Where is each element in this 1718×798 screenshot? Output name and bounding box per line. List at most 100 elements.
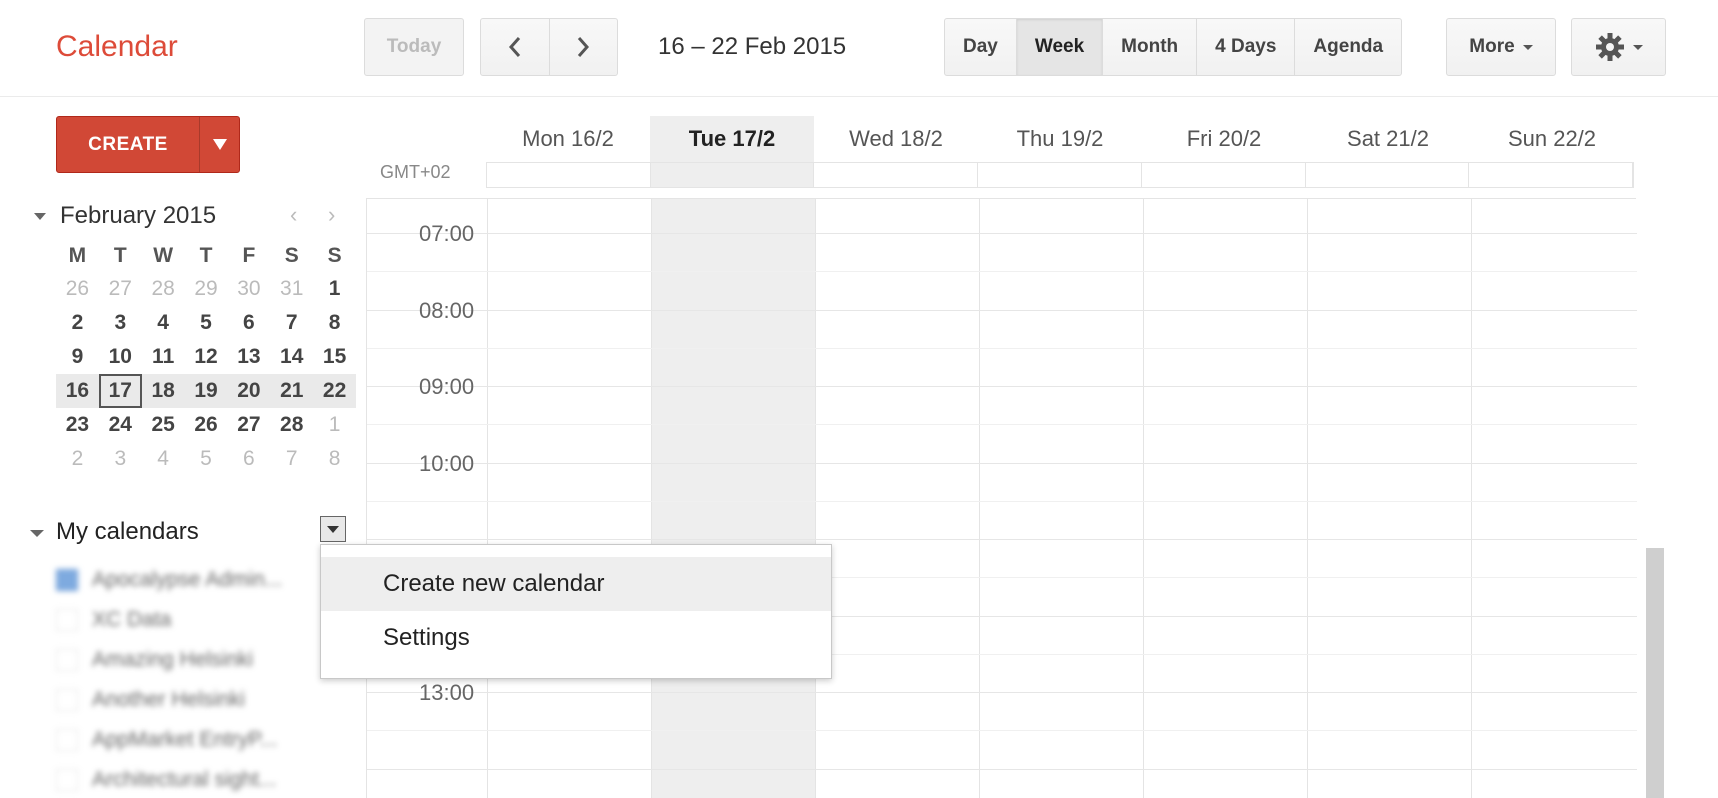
time-grid[interactable]: 07:00 08:00 09:00 10:00 13:00: [366, 198, 1637, 798]
mini-calendar-day[interactable]: 11: [142, 342, 185, 372]
mini-calendar-day[interactable]: 5: [185, 308, 228, 338]
mini-calendar-day[interactable]: 8: [313, 444, 356, 474]
scrollbar-thumb[interactable]: [1646, 548, 1664, 798]
all-day-cell[interactable]: [650, 163, 815, 187]
mini-calendar-day[interactable]: 3: [99, 308, 142, 338]
mini-calendar-day[interactable]: 16: [56, 376, 99, 406]
collapse-triangle-icon[interactable]: [30, 530, 44, 537]
mini-calendar-day[interactable]: 31: [270, 274, 313, 304]
mini-calendar-day[interactable]: 7: [270, 444, 313, 474]
my-calendars-label[interactable]: My calendars: [56, 518, 199, 546]
mini-calendar-day[interactable]: 26: [185, 410, 228, 440]
menu-item-create-new-calendar[interactable]: Create new calendar: [321, 557, 831, 611]
all-day-cell[interactable]: [1306, 163, 1470, 187]
mini-calendar-day[interactable]: 21: [270, 376, 313, 406]
calendar-checkbox[interactable]: [56, 649, 78, 671]
day-column[interactable]: [979, 199, 1143, 798]
day-header[interactable]: Wed 18/2: [814, 116, 978, 162]
app-title[interactable]: Calendar: [56, 30, 178, 64]
calendar-list-item[interactable]: AppMarket EntryP...: [56, 720, 336, 760]
calendar-list-item[interactable]: Apocalypse Admin...: [56, 560, 336, 600]
day-header[interactable]: Fri 20/2: [1142, 116, 1306, 162]
mini-calendar-day[interactable]: 9: [56, 342, 99, 372]
all-day-row[interactable]: [486, 162, 1634, 188]
mini-calendar-day[interactable]: 2: [56, 308, 99, 338]
calendar-list-item[interactable]: XC Data: [56, 600, 336, 640]
view-agenda-button[interactable]: Agenda: [1294, 19, 1401, 75]
mini-calendar-day[interactable]: 22: [313, 376, 356, 406]
all-day-cell[interactable]: [1142, 163, 1306, 187]
collapse-triangle-icon[interactable]: [34, 213, 46, 220]
mini-calendar-day[interactable]: 27: [227, 410, 270, 440]
mini-calendar-day[interactable]: 23: [56, 410, 99, 440]
day-header[interactable]: Thu 19/2: [978, 116, 1142, 162]
mini-calendar-day[interactable]: 18: [142, 376, 185, 406]
mini-calendar-day[interactable]: 17: [98, 374, 142, 408]
mini-calendar-day[interactable]: 4: [142, 308, 185, 338]
day-column[interactable]: [1143, 199, 1307, 798]
mini-calendar-day[interactable]: 7: [270, 308, 313, 338]
calendar-list-item[interactable]: Another Helsinki: [56, 680, 336, 720]
all-day-cell[interactable]: [487, 163, 651, 187]
day-column[interactable]: [651, 199, 815, 798]
mini-prev-month-icon[interactable]: ‹: [290, 202, 297, 228]
mini-calendar-day[interactable]: 4: [142, 444, 185, 474]
mini-calendar-day[interactable]: 6: [227, 308, 270, 338]
mini-calendar-day[interactable]: 29: [185, 274, 228, 304]
mini-calendar-day[interactable]: 26: [56, 274, 99, 304]
mini-next-month-icon[interactable]: ›: [328, 202, 335, 228]
view-week-button[interactable]: Week: [1015, 19, 1103, 75]
mini-calendar-day[interactable]: 1: [313, 410, 356, 440]
day-column[interactable]: [1471, 199, 1635, 798]
mini-calendar-day[interactable]: 6: [227, 444, 270, 474]
mini-calendar-day[interactable]: 20: [227, 376, 270, 406]
create-button[interactable]: CREATE: [57, 117, 199, 172]
create-dropdown-button[interactable]: [199, 117, 239, 172]
view-month-button[interactable]: Month: [1102, 19, 1196, 75]
day-header[interactable]: Sun 22/2: [1470, 116, 1634, 162]
calendar-checkbox[interactable]: [56, 569, 78, 591]
mini-calendar-day[interactable]: 28: [142, 274, 185, 304]
calendar-checkbox[interactable]: [56, 689, 78, 711]
mini-calendar-day[interactable]: 5: [185, 444, 228, 474]
day-header[interactable]: Sat 21/2: [1306, 116, 1470, 162]
mini-calendar-day[interactable]: 19: [185, 376, 228, 406]
menu-item-settings[interactable]: Settings: [321, 611, 831, 665]
mini-calendar-day[interactable]: 25: [142, 410, 185, 440]
day-header[interactable]: Mon 16/2: [486, 116, 650, 162]
calendar-list-item[interactable]: Amazing Helsinki: [56, 640, 336, 680]
calendar-list-item[interactable]: Architectural sight...: [56, 760, 336, 798]
mini-calendar-day[interactable]: 8: [313, 308, 356, 338]
day-column[interactable]: [1307, 199, 1471, 798]
calendar-checkbox[interactable]: [56, 609, 78, 631]
mini-calendar-day[interactable]: 30: [227, 274, 270, 304]
all-day-cell[interactable]: [1469, 163, 1634, 187]
mini-calendar-day[interactable]: 10: [99, 342, 142, 372]
mini-calendar-day[interactable]: 12: [185, 342, 228, 372]
day-header[interactable]: Tue 17/2: [650, 116, 814, 162]
mini-calendar-day[interactable]: 14: [270, 342, 313, 372]
view-day-button[interactable]: Day: [945, 19, 1016, 75]
mini-calendar-day[interactable]: 3: [99, 444, 142, 474]
next-period-button[interactable]: [548, 19, 618, 75]
prev-period-button[interactable]: [481, 19, 549, 75]
mini-calendar-day[interactable]: 28: [270, 410, 313, 440]
mini-calendar-day[interactable]: 2: [56, 444, 99, 474]
calendar-checkbox[interactable]: [56, 769, 78, 791]
calendar-checkbox[interactable]: [56, 729, 78, 751]
day-column[interactable]: [815, 199, 979, 798]
all-day-cell[interactable]: [814, 163, 979, 187]
mini-calendar-day[interactable]: 13: [227, 342, 270, 372]
settings-button[interactable]: [1571, 18, 1666, 76]
more-button[interactable]: More: [1446, 18, 1556, 76]
view-4-days-button[interactable]: 4 Days: [1196, 19, 1294, 75]
mini-calendar-day[interactable]: 24: [99, 410, 142, 440]
today-button[interactable]: Today: [364, 18, 464, 76]
mini-calendar-day[interactable]: 27: [99, 274, 142, 304]
mini-calendar-day[interactable]: 15: [313, 342, 356, 372]
my-calendars-menu-button[interactable]: [320, 516, 346, 542]
all-day-cell[interactable]: [978, 163, 1142, 187]
mini-calendar-month[interactable]: February 2015: [60, 202, 216, 230]
mini-calendar-day[interactable]: 1: [313, 274, 356, 304]
day-column[interactable]: [487, 199, 651, 798]
